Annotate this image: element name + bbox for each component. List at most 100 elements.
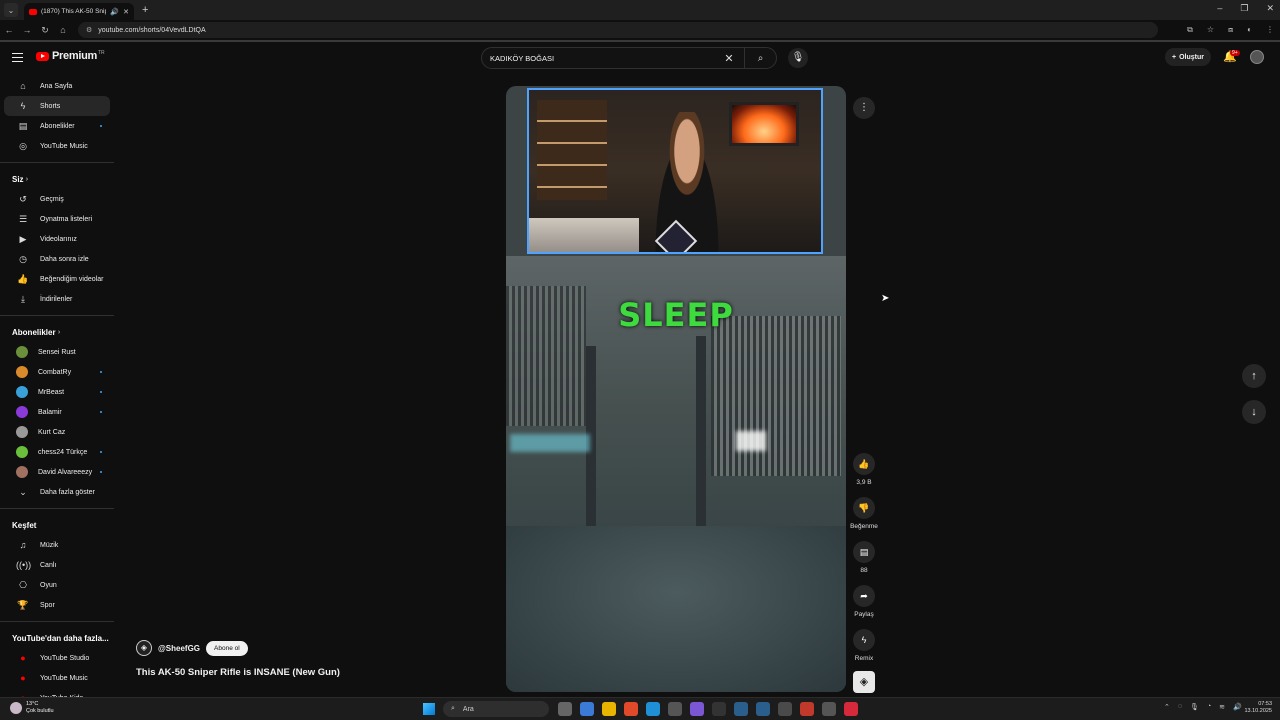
- site-info-icon[interactable]: ⚙: [86, 26, 92, 34]
- sidebar-item-your-videos[interactable]: ▶ Videolarınız: [4, 229, 110, 249]
- install-icon[interactable]: ⧉: [1187, 25, 1193, 35]
- sidebar-channel[interactable]: MrBeast: [4, 382, 110, 402]
- sidebar-item-watch-later[interactable]: ◷ Daha sonra izle: [4, 249, 110, 269]
- share-button[interactable]: ➦ Paylaş: [852, 585, 876, 618]
- avatar: [16, 366, 28, 378]
- edge-icon[interactable]: [646, 702, 660, 716]
- tray-network-icon[interactable]: ◔: [1207, 703, 1211, 711]
- profile-icon[interactable]: ◐: [1247, 25, 1252, 35]
- app-icon[interactable]: [756, 702, 770, 716]
- new-tab-icon[interactable]: +: [142, 4, 148, 16]
- sidebar-item-history[interactable]: ↺ Geçmiş: [4, 189, 110, 209]
- previous-short-button[interactable]: ↑: [1242, 364, 1266, 388]
- country-code: TR: [97, 50, 105, 56]
- shorts-video-player[interactable]: SLEEP: [506, 86, 846, 692]
- tray-mic-icon[interactable]: 🎙: [1190, 703, 1199, 711]
- sidebar-item-studio[interactable]: ● YouTube Studio: [4, 648, 110, 668]
- tab-search-icon[interactable]: ⌄: [4, 3, 18, 17]
- browser-menu-icon[interactable]: ⋮: [1266, 25, 1274, 35]
- like-button[interactable]: 👍 3,9 B: [852, 453, 876, 486]
- sidebar-item-playlists[interactable]: ☰ Oynatma listeleri: [4, 209, 110, 229]
- sidebar-item-liked-videos[interactable]: 👍 Beğendiğim videolar: [4, 269, 110, 289]
- thumbs-down-icon: 👎: [853, 497, 875, 519]
- section-subscriptions-heading[interactable]: Abonelikler ›: [0, 322, 116, 342]
- more-options-icon[interactable]: ⋮: [853, 97, 875, 119]
- menu-icon[interactable]: [12, 53, 23, 62]
- minimize-icon[interactable]: –: [1217, 3, 1222, 14]
- search-input[interactable]: KADIKÖY BOĞASI: [490, 54, 714, 63]
- sidebar-channel[interactable]: CombatRy: [4, 362, 110, 382]
- forward-icon[interactable]: →: [18, 25, 36, 35]
- reload-icon[interactable]: ↻: [36, 25, 54, 36]
- sidebar-channel[interactable]: Balamir: [4, 402, 110, 422]
- task-view-icon[interactable]: [558, 702, 572, 716]
- create-button[interactable]: + Oluştur: [1165, 48, 1211, 66]
- taskbar-clock[interactable]: 07:53 13.10.2025: [1240, 701, 1272, 715]
- url-input[interactable]: ⚙ youtube.com/shorts/04VevdLDtQA: [78, 22, 1158, 38]
- app-icon[interactable]: [800, 702, 814, 716]
- sidebar-item-label: Kurt Caz: [38, 428, 66, 436]
- app-icon[interactable]: [712, 702, 726, 716]
- avatar: [16, 446, 28, 458]
- show-more-button[interactable]: ⌄ Daha fazla göster: [4, 482, 110, 502]
- search-button[interactable]: ⌕: [744, 48, 776, 68]
- file-explorer-icon[interactable]: [602, 702, 616, 716]
- section-you-heading[interactable]: Siz ›: [0, 169, 116, 189]
- sidebar-channel[interactable]: David Alvareeezy: [4, 462, 110, 482]
- clear-search-icon[interactable]: ✕: [714, 52, 744, 65]
- taskbar-search[interactable]: ⌕ Ara: [443, 701, 549, 717]
- maximize-icon[interactable]: ❐: [1240, 3, 1248, 14]
- wifi-icon[interactable]: ≋: [1219, 703, 1225, 711]
- channel-avatar[interactable]: ◈: [853, 671, 875, 693]
- comments-button[interactable]: ▤ 88: [852, 541, 876, 574]
- audio-icon[interactable]: 🔊: [110, 8, 119, 16]
- sidebar-item-sports[interactable]: 🏆 Spor: [4, 595, 110, 615]
- sidebar-item-home[interactable]: ⌂ Ana Sayfa: [4, 76, 110, 96]
- scene-floor: [506, 526, 846, 692]
- sidebar-item-live[interactable]: ((•)) Canlı: [4, 555, 110, 575]
- sidebar-channel[interactable]: Sensei Rust: [4, 342, 110, 362]
- windows-start-icon[interactable]: [423, 703, 435, 715]
- webcam-shelf: [537, 100, 607, 200]
- tray-chevron-icon[interactable]: ⌃: [1164, 703, 1170, 711]
- youtube-logo[interactable]: Premium TR: [36, 50, 105, 62]
- bookmark-star-icon[interactable]: ☆: [1207, 25, 1214, 35]
- sidebar-channel[interactable]: chess24 Türkçe: [4, 442, 110, 462]
- system-tray: ⌃ ◌ 🎙 ◔ ≋ 🔊: [1164, 703, 1242, 711]
- home-browser-icon[interactable]: ⌂: [54, 25, 72, 35]
- weather-widget[interactable]: 13°C Çok bulutlu: [10, 701, 54, 715]
- chrome-icon[interactable]: [624, 702, 638, 716]
- back-icon[interactable]: ←: [0, 25, 18, 35]
- sidebar-item-music[interactable]: ♫ Müzik: [4, 535, 110, 555]
- sidebar-channel[interactable]: Kurt Caz: [4, 422, 110, 442]
- extensions-icon[interactable]: ⧈: [1228, 25, 1233, 35]
- window-controls: – ❐ ✕: [1217, 3, 1274, 14]
- sidebar-item-downloads[interactable]: ⤓ İndirilenler: [4, 289, 110, 309]
- sidebar-item-music-app[interactable]: ● YouTube Music: [4, 668, 110, 688]
- settings-icon[interactable]: [822, 702, 836, 716]
- sidebar-item-shorts[interactable]: ϟ Shorts: [4, 96, 110, 116]
- copilot-icon[interactable]: [580, 702, 594, 716]
- next-short-button[interactable]: ↓: [1242, 400, 1266, 424]
- account-avatar[interactable]: [1250, 50, 1264, 64]
- store-icon[interactable]: [668, 702, 682, 716]
- sidebar-item-youtube-music[interactable]: ◎ YouTube Music: [4, 136, 110, 156]
- sidebar-item-subscriptions[interactable]: ▤ Abonelikler: [4, 116, 110, 136]
- new-content-dot: [100, 411, 102, 413]
- subscribe-button[interactable]: Abone ol: [206, 640, 248, 656]
- browser-tab[interactable]: (1870) This AK-50 Sniper Ri 🔊 ✕: [24, 3, 134, 20]
- steam-icon[interactable]: [734, 702, 748, 716]
- discord-icon[interactable]: [690, 702, 704, 716]
- sidebar-item-gaming[interactable]: ⎔ Oyun: [4, 575, 110, 595]
- tray-app-icon[interactable]: ◌: [1178, 703, 1182, 711]
- dislike-button[interactable]: 👎 Beğenme: [850, 497, 878, 530]
- tab-close-icon[interactable]: ✕: [123, 8, 129, 16]
- window-close-icon[interactable]: ✕: [1266, 3, 1274, 14]
- microphone-icon[interactable]: 🎙: [788, 48, 808, 68]
- channel-name[interactable]: @SheefGG: [158, 644, 200, 653]
- avatar[interactable]: ◈: [136, 640, 152, 656]
- app-icon[interactable]: [778, 702, 792, 716]
- remix-button[interactable]: ϟ Remix: [852, 629, 876, 662]
- sidebar: ⌂ Ana Sayfa ϟ Shorts ▤ Abonelikler ◎ YouTube…: [0, 76, 116, 708]
- app-icon[interactable]: [844, 702, 858, 716]
